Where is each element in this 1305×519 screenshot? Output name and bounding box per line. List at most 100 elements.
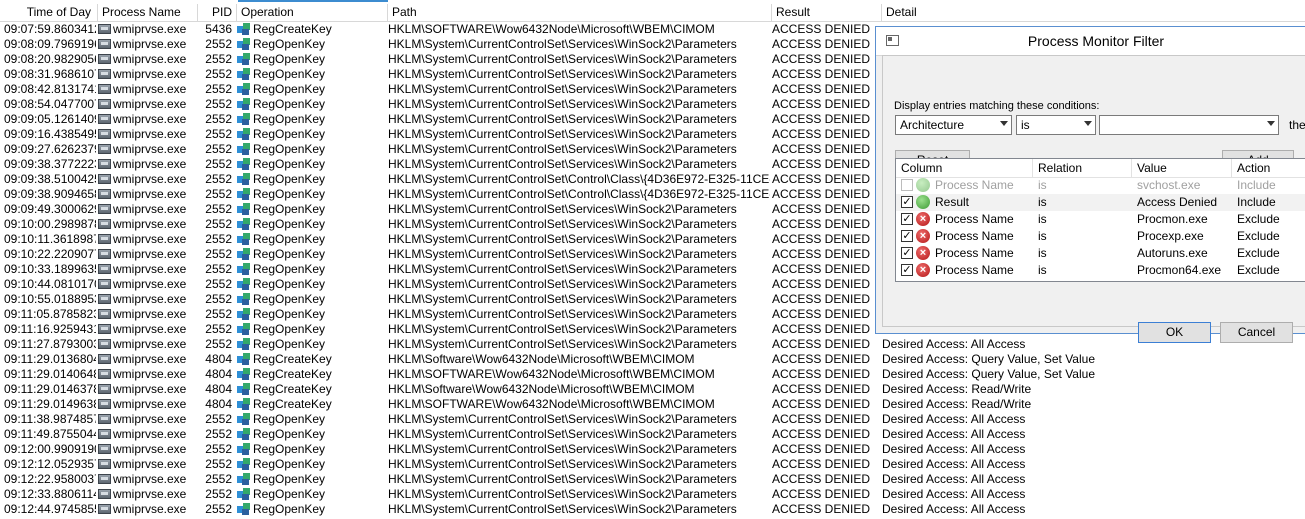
- process-name: wmiprvse.exe: [113, 247, 187, 261]
- process-cell: wmiprvse.exe: [98, 502, 198, 517]
- path-cell: HKLM\System\CurrentControlSet\Services\W…: [388, 412, 737, 426]
- process-cell: wmiprvse.exe: [98, 187, 198, 202]
- registry-icon: [237, 218, 251, 230]
- filter-checkbox[interactable]: ✓: [901, 196, 913, 208]
- process-name: wmiprvse.exe: [113, 502, 187, 516]
- result-cell: ACCESS DENIED: [772, 502, 871, 516]
- process-name: wmiprvse.exe: [113, 292, 187, 306]
- relation-select[interactable]: is: [1016, 115, 1096, 135]
- table-row[interactable]: 09:11:27.8793003 wmiprvse.exe 2552 RegOpenK…: [0, 337, 1305, 352]
- filter-row[interactable]: ✓ Result is Access Denied Include: [896, 194, 1305, 211]
- path-cell: HKLM\System\CurrentControlSet\Services\W…: [388, 337, 737, 351]
- filter-row[interactable]: ✓ × Process Name is Procmon.exe Exclude: [896, 211, 1305, 228]
- process-icon: [98, 474, 111, 484]
- process-name: wmiprvse.exe: [113, 22, 187, 36]
- operation-name: RegCreateKey: [253, 352, 332, 366]
- filter-checkbox[interactable]: ✓: [901, 230, 913, 242]
- operation-name: RegOpenKey: [253, 442, 326, 456]
- table-row[interactable]: 09:11:29.0136804 wmiprvse.exe 4804 RegCreat…: [0, 352, 1305, 367]
- filter-header-value[interactable]: Value: [1132, 159, 1232, 177]
- filter-row[interactable]: ✓ × Process Name is Procmon64.exe Exclude: [896, 262, 1305, 279]
- detail-cell: Desired Access: Query Value, Set Value: [882, 352, 1095, 366]
- filter-header-column[interactable]: Column: [896, 159, 1033, 177]
- result-cell: ACCESS DENIED: [772, 97, 871, 111]
- detail-cell: Desired Access: All Access: [882, 487, 1026, 501]
- table-row[interactable]: 09:11:49.8755044 wmiprvse.exe 2552 RegOpenK…: [0, 427, 1305, 442]
- column-header-process[interactable]: Process Name: [98, 4, 198, 21]
- column-header-detail[interactable]: Detail: [882, 4, 1305, 21]
- registry-icon: [237, 188, 251, 200]
- filter-header-relation[interactable]: Relation: [1033, 159, 1132, 177]
- filter-action: Include: [1237, 195, 1276, 209]
- pid-cell: 2552: [205, 82, 232, 96]
- process-name: wmiprvse.exe: [113, 487, 187, 501]
- process-name: wmiprvse.exe: [113, 442, 187, 456]
- time-cell: 09:11:29.0149638: [4, 397, 96, 411]
- column-header-result[interactable]: Result: [772, 4, 882, 21]
- time-cell: 09:10:22.2209077: [4, 247, 96, 261]
- process-cell: wmiprvse.exe: [98, 52, 198, 67]
- operation-name: RegOpenKey: [253, 472, 326, 486]
- process-icon: [98, 369, 111, 379]
- column-header-path[interactable]: Path: [388, 4, 772, 21]
- table-row[interactable]: 09:12:33.8806114 wmiprvse.exe 2552 RegOpenK…: [0, 487, 1305, 502]
- operation-cell: RegCreateKey: [237, 382, 387, 397]
- pid-cell: 4804: [205, 397, 232, 411]
- result-cell: ACCESS DENIED: [772, 472, 871, 486]
- value-select[interactable]: [1099, 115, 1279, 135]
- filter-checkbox[interactable]: ✓: [901, 213, 913, 225]
- registry-icon: [237, 353, 251, 365]
- include-icon: [916, 178, 930, 192]
- operation-name: RegOpenKey: [253, 232, 326, 246]
- cancel-button[interactable]: Cancel: [1220, 322, 1293, 343]
- path-cell: HKLM\System\CurrentControlSet\Services\W…: [388, 142, 737, 156]
- filter-checkbox[interactable]: ✓: [901, 247, 913, 259]
- path-cell: HKLM\System\CurrentControlSet\Services\W…: [388, 277, 737, 291]
- exclude-icon: ×: [916, 263, 930, 277]
- table-row[interactable]: 09:11:38.9874857 wmiprvse.exe 2552 RegOpenK…: [0, 412, 1305, 427]
- process-name: wmiprvse.exe: [113, 67, 187, 81]
- operation-cell: RegOpenKey: [237, 502, 387, 517]
- table-row[interactable]: 09:12:22.9580037 wmiprvse.exe 2552 RegOpenK…: [0, 472, 1305, 487]
- path-cell: HKLM\System\CurrentControlSet\Services\W…: [388, 487, 737, 501]
- operation-cell: RegOpenKey: [237, 262, 387, 277]
- filter-header-action[interactable]: Action: [1232, 159, 1305, 177]
- column-header-operation[interactable]: Operation: [237, 4, 388, 21]
- filter-row[interactable]: Process Name is svchost.exe Include: [896, 177, 1305, 194]
- then-label: then: [1289, 118, 1305, 132]
- time-cell: 09:10:11.3618987: [4, 232, 96, 246]
- table-row[interactable]: 09:12:12.0529357 wmiprvse.exe 2552 RegOpenK…: [0, 457, 1305, 472]
- table-row[interactable]: 09:12:44.9745855 wmiprvse.exe 2552 RegOpenK…: [0, 502, 1305, 517]
- registry-icon: [237, 278, 251, 290]
- dialog-title-bar[interactable]: Process Monitor Filter: [876, 27, 1305, 56]
- result-cell: ACCESS DENIED: [772, 187, 871, 201]
- result-cell: ACCESS DENIED: [772, 127, 871, 141]
- table-row[interactable]: 09:12:00.9909190 wmiprvse.exe 2552 RegOpenK…: [0, 442, 1305, 457]
- ok-button[interactable]: OK: [1138, 322, 1211, 343]
- operation-name: RegOpenKey: [253, 262, 326, 276]
- column-select[interactable]: Architecture: [895, 115, 1012, 135]
- path-cell: HKLM\System\CurrentControlSet\Services\W…: [388, 82, 737, 96]
- column-header-pid[interactable]: PID: [198, 4, 237, 21]
- filter-list: Column Relation Value Action Process Nam…: [895, 158, 1305, 282]
- pid-cell: 2552: [205, 337, 232, 351]
- filter-checkbox[interactable]: [901, 179, 913, 191]
- path-cell: HKLM\System\CurrentControlSet\Services\W…: [388, 307, 737, 321]
- table-row[interactable]: 09:11:29.0146378 wmiprvse.exe 4804 RegCreat…: [0, 382, 1305, 397]
- column-header-time[interactable]: Time of Day: [0, 4, 98, 21]
- filter-row[interactable]: ✓ × Process Name is Autoruns.exe Exclude: [896, 245, 1305, 262]
- table-row[interactable]: 09:11:29.0140648 wmiprvse.exe 4804 RegCreat…: [0, 367, 1305, 382]
- operation-name: RegOpenKey: [253, 427, 326, 441]
- operation-cell: RegOpenKey: [237, 37, 387, 52]
- active-tab-accent: [238, 0, 388, 2]
- operation-cell: RegOpenKey: [237, 457, 387, 472]
- dialog-title: Process Monitor Filter: [1027, 33, 1165, 49]
- table-row[interactable]: 09:11:29.0149638 wmiprvse.exe 4804 RegCreat…: [0, 397, 1305, 412]
- filter-row[interactable]: ✓ × Process Name is Procexp.exe Exclude: [896, 228, 1305, 245]
- registry-icon: [237, 293, 251, 305]
- operation-cell: RegOpenKey: [237, 112, 387, 127]
- filter-column: Process Name: [935, 263, 1014, 277]
- process-name: wmiprvse.exe: [113, 397, 187, 411]
- filter-checkbox[interactable]: ✓: [901, 264, 913, 276]
- process-cell: wmiprvse.exe: [98, 142, 198, 157]
